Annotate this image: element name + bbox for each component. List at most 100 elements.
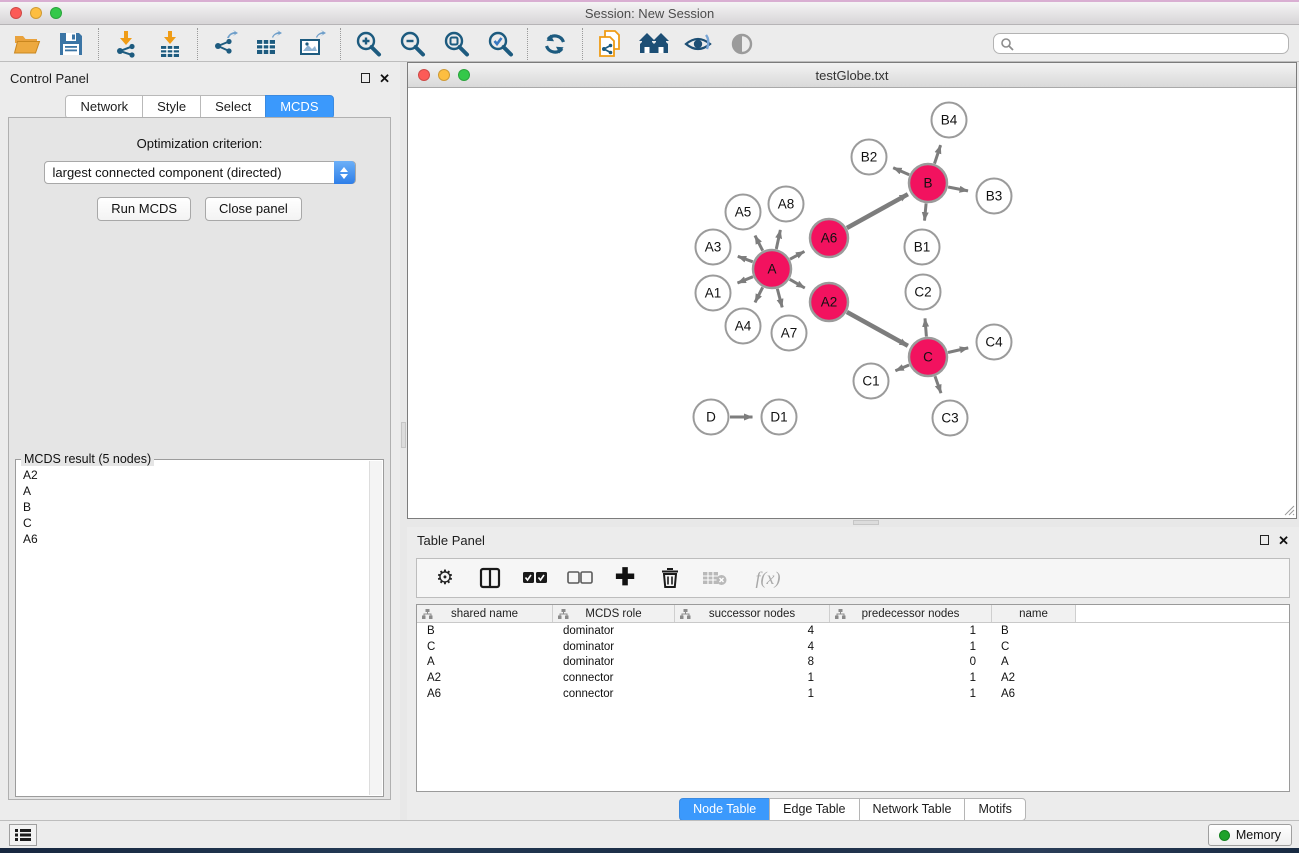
tab-mcds[interactable]: MCDS (265, 95, 333, 119)
graph-node-A2[interactable]: A2 (810, 283, 848, 321)
table-row[interactable]: B dominator 4 1 B (417, 623, 1289, 639)
result-item[interactable]: B (23, 499, 369, 515)
graph-node-D1[interactable]: D1 (762, 400, 797, 435)
graph-node-A[interactable]: A (753, 250, 791, 288)
graph-edge-A-A1[interactable] (738, 277, 754, 283)
graph-node-B2[interactable]: B2 (852, 140, 887, 175)
open-session-button[interactable] (12, 29, 42, 59)
column-header-name[interactable]: name (992, 605, 1076, 622)
home-view-button[interactable] (639, 29, 669, 59)
graph-edge-C-C1[interactable] (895, 365, 909, 371)
show-tasks-button[interactable] (9, 824, 37, 846)
graph-edge-A-A2[interactable] (790, 279, 805, 288)
graph-node-A1[interactable]: A1 (696, 276, 731, 311)
graph-edge-C-C2[interactable] (925, 318, 926, 336)
export-table-button[interactable] (254, 29, 284, 59)
table-row[interactable]: A6 connector 1 1 A6 (417, 686, 1289, 702)
memory-button[interactable]: Memory (1208, 824, 1292, 846)
graph-edge-B-B2[interactable] (893, 168, 909, 175)
close-panel-button[interactable]: Close panel (205, 197, 302, 221)
graph-edge-A-A3[interactable] (738, 256, 753, 262)
criterion-select[interactable]: largest connected component (directed) (44, 161, 356, 184)
graph-node-A7[interactable]: A7 (772, 316, 807, 351)
refresh-view-button[interactable] (540, 29, 570, 59)
graph-node-B1[interactable]: B1 (905, 230, 940, 265)
clone-network-button[interactable] (595, 29, 625, 59)
close-panel-icon[interactable]: ✕ (379, 72, 390, 85)
result-item[interactable]: A6 (23, 531, 369, 547)
tab-network-table[interactable]: Network Table (859, 798, 966, 821)
export-image-button[interactable] (298, 29, 328, 59)
run-mcds-button[interactable]: Run MCDS (97, 197, 191, 221)
graph-edge-A-A7[interactable] (777, 289, 782, 308)
deselect-all-button[interactable] (568, 566, 592, 590)
result-item[interactable]: C (23, 515, 369, 531)
result-item[interactable]: A (23, 483, 369, 499)
zoom-in-button[interactable] (353, 29, 383, 59)
tab-node-table[interactable]: Node Table (679, 798, 770, 821)
graph-edge-B-B3[interactable] (948, 187, 968, 191)
graph-node-B4[interactable]: B4 (932, 103, 967, 138)
show-graphics-details-button[interactable] (727, 29, 757, 59)
show-columns-button[interactable] (478, 566, 502, 590)
tab-edge-table[interactable]: Edge Table (769, 798, 859, 821)
zoom-fit-button[interactable] (441, 29, 471, 59)
select-all-button[interactable] (523, 566, 547, 590)
graph-node-A8[interactable]: A8 (769, 187, 804, 222)
apply-function-button[interactable]: f(x) (748, 566, 788, 590)
column-header-successor-nodes[interactable]: successor nodes (675, 605, 830, 622)
import-table-button[interactable] (155, 29, 185, 59)
resize-grip-icon[interactable] (1283, 504, 1295, 516)
table-row[interactable]: A2 connector 1 1 A2 (417, 670, 1289, 686)
graph-node-A4[interactable]: A4 (726, 309, 761, 344)
table-row[interactable]: C dominator 4 1 C (417, 639, 1289, 655)
float-table-panel-icon[interactable] (1260, 535, 1269, 545)
search-input[interactable] (993, 33, 1289, 54)
tab-network[interactable]: Network (65, 95, 143, 119)
delete-table-button[interactable] (703, 566, 727, 590)
vertical-splitter[interactable] (400, 62, 407, 820)
graph-node-C2[interactable]: C2 (906, 275, 941, 310)
graph-node-A5[interactable]: A5 (726, 195, 761, 230)
graph-edge-A-A6[interactable] (790, 251, 804, 259)
graph-node-C4[interactable]: C4 (977, 325, 1012, 360)
table-row[interactable]: A dominator 8 0 A (417, 655, 1289, 671)
column-header-predecessor-nodes[interactable]: predecessor nodes (830, 605, 992, 622)
mcds-result-list[interactable]: A2 A B C A6 (17, 461, 369, 795)
zoom-out-button[interactable] (397, 29, 427, 59)
graph-node-C1[interactable]: C1 (854, 364, 889, 399)
tab-style[interactable]: Style (142, 95, 201, 119)
network-canvas[interactable]: B4 B2 B B3 A8A5 A6 A3 B1 A A1 C2 A2 A4 A7 C4 C C1 C3 D D1 (408, 88, 1296, 517)
add-column-button[interactable]: ✚ (613, 566, 637, 590)
table-settings-button[interactable]: ⚙ (433, 566, 457, 590)
column-header-mcds-role[interactable]: MCDS role (553, 605, 675, 622)
close-table-panel-icon[interactable]: ✕ (1278, 534, 1289, 547)
tab-motifs[interactable]: Motifs (964, 798, 1025, 821)
graph-edge-A2-C[interactable] (847, 312, 908, 346)
graph-edge-C-C3[interactable] (935, 376, 941, 393)
graph-node-C[interactable]: C (909, 338, 947, 376)
graph-node-B3[interactable]: B3 (977, 179, 1012, 214)
graph-node-A3[interactable]: A3 (696, 230, 731, 265)
horizontal-splitter[interactable] (407, 519, 1299, 527)
graph-edge-B-B4[interactable] (935, 145, 941, 164)
delete-column-button[interactable] (658, 566, 682, 590)
graph-edge-A-A5[interactable] (755, 236, 763, 251)
graph-edge-A-A8[interactable] (776, 230, 780, 249)
graph-node-C3[interactable]: C3 (933, 401, 968, 436)
graph-edge-A6-B[interactable] (847, 194, 908, 228)
graph-node-D[interactable]: D (694, 400, 729, 435)
import-network-button[interactable] (111, 29, 141, 59)
result-scrollbar[interactable] (369, 461, 382, 795)
graph-edge-C-C4[interactable] (948, 348, 968, 353)
graph-node-B[interactable]: B (909, 164, 947, 202)
export-network-button[interactable] (210, 29, 240, 59)
result-item[interactable]: A2 (23, 467, 369, 483)
save-session-button[interactable] (56, 29, 86, 59)
graph-node-A6[interactable]: A6 (810, 219, 848, 257)
hide-graphics-details-button[interactable] (683, 29, 713, 59)
zoom-selected-button[interactable] (485, 29, 515, 59)
graph-edge-B-B1[interactable] (925, 203, 927, 220)
column-header-shared-name[interactable]: shared name (417, 605, 553, 622)
float-panel-icon[interactable] (361, 73, 370, 83)
